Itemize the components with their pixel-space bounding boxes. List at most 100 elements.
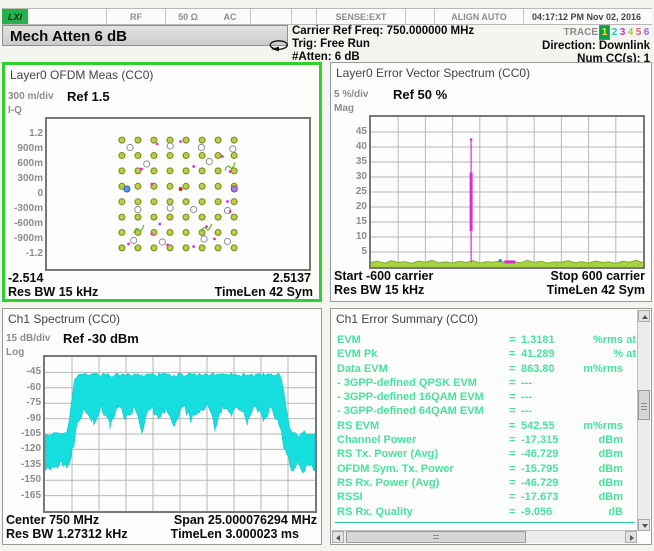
y-tick-label: 20 — [331, 201, 367, 212]
rf-status: RF — [107, 9, 165, 24]
evs-stop: Stop 600 carrier — [551, 269, 646, 283]
spectrum-plot[interactable]: -45-60-75-90-105-120-135-150-165 — [43, 355, 317, 513]
arrow-left-icon — [336, 535, 340, 541]
scroll-left-button[interactable] — [332, 531, 344, 543]
trace-label: TRACE — [564, 27, 598, 38]
spectrum-axis-type: Log — [6, 347, 24, 358]
trace-indicator[interactable]: TRACE123456 — [542, 25, 650, 40]
summary-row: OFDM Sym. Tx. Power=-15.795dBm — [337, 462, 636, 476]
scroll-down-button[interactable] — [638, 519, 650, 531]
y-tick-label: -45 — [5, 366, 41, 377]
ofdm-title: Layer0 OFDM Meas (CC0) — [10, 68, 153, 82]
trace-number-3[interactable]: 3 — [619, 26, 626, 39]
spectrum-res-bw: Res BW 1.27312 kHz — [6, 527, 128, 541]
summary-vertical-scrollbar[interactable] — [637, 310, 650, 531]
window-error-summary[interactable]: Ch1 Error Summary (CC0) EVM=1.3181%rmsat… — [330, 308, 652, 545]
trace-number-4[interactable]: 4 — [627, 26, 634, 39]
analyzer-screen: LXI RF 50 Ω AC SENSE:EXT ALIGN AUTO 04:1… — [0, 0, 654, 551]
coupling-status: AC — [210, 9, 250, 24]
trace-number-1[interactable]: 1 — [599, 25, 610, 40]
direction-setting: Direction: Downlink — [542, 40, 650, 53]
y-tick-label: -165 — [5, 490, 41, 501]
y-tick-label: 900m — [7, 143, 43, 154]
y-tick-label: -1.2 — [7, 248, 43, 259]
lxi-badge: LXI — [2, 9, 28, 24]
evs-plot[interactable]: 45403530252015105 — [369, 115, 645, 269]
spectrum-center: Center 750 MHz — [6, 513, 99, 527]
summary-row: - 3GPP-defined QPSK EVM=--- — [337, 376, 636, 390]
y-tick-label: 10 — [331, 231, 367, 242]
trigger-setting: Trig: Free Run — [292, 38, 474, 51]
arrow-down-icon — [642, 524, 648, 528]
clock: 04:17:12 PM Nov 02, 2016 — [524, 9, 652, 24]
ofdm-x-min: -2.514 — [8, 271, 43, 285]
y-tick-label: 0 — [7, 188, 43, 199]
y-tick-label: -150 — [5, 474, 41, 485]
summary-title: Ch1 Error Summary (CC0) — [336, 312, 478, 326]
status-bar: LXI RF 50 Ω AC SENSE:EXT ALIGN AUTO 04:1… — [2, 8, 652, 25]
spectrum-ref-level: Ref -30 dBm — [63, 331, 139, 346]
y-tick-label: 15 — [331, 216, 367, 227]
y-tick-label: -120 — [5, 443, 41, 454]
horizontal-scroll-thumb[interactable] — [346, 531, 526, 543]
summary-row: - 3GPP-defined 16QAM EVM=--- — [337, 390, 636, 404]
spectrum-span: Span 25.000076294 MHz — [174, 513, 317, 527]
ofdm-axis-type: I-Q — [8, 105, 22, 116]
trace-direction-block: TRACE123456 Direction: Downlink Num CC(s… — [542, 25, 650, 66]
summary-row: EVM=1.3181%rmsat — [337, 333, 636, 347]
y-tick-label: 30 — [331, 171, 367, 182]
measurement-settings: Carrier Ref Freq: 750.000000 MHz Trig: F… — [292, 25, 474, 64]
scroll-right-button[interactable] — [625, 531, 637, 543]
window-ch1-spectrum[interactable]: Ch1 Spectrum (CC0) 15 dB/div Ref -30 dBm… — [2, 308, 322, 545]
active-function-readout: Mech Atten 6 dB — [2, 25, 288, 46]
ofdm-x-max: 2.5137 — [273, 271, 311, 285]
y-tick-label: 35 — [331, 156, 367, 167]
evs-timelen: TimeLen 42 Sym — [547, 283, 645, 297]
evs-ref-level: Ref 50 % — [393, 87, 447, 102]
ofdm-scale-per-div: 300 m/div — [8, 91, 54, 102]
summary-row: RSSI=-17.673dBm — [337, 490, 636, 504]
y-tick-label: 1.2 — [7, 128, 43, 139]
trace-number-2[interactable]: 2 — [611, 26, 618, 39]
y-tick-label: -900m — [7, 233, 43, 244]
arrow-right-icon — [630, 535, 634, 541]
carrier-ref-freq: Carrier Ref Freq: 750.000000 MHz — [292, 25, 474, 38]
ofdm-timelen: TimeLen 42 Sym — [215, 285, 313, 299]
y-tick-label: -105 — [5, 428, 41, 439]
y-tick-label: -600m — [7, 218, 43, 229]
y-tick-label: 40 — [331, 141, 367, 152]
evs-axis-type: Mag — [334, 103, 354, 114]
summary-row: EVM Pk=41.289%at — [337, 347, 636, 361]
summary-row: RS Rx. Power (Avg)=-46.729dBm — [337, 476, 636, 490]
trace-number-6[interactable]: 6 — [643, 26, 650, 39]
summary-horizontal-scrollbar[interactable] — [332, 530, 637, 543]
summary-row: Data EVM=863.80m%rms — [337, 362, 636, 376]
y-tick-label: 600m — [7, 158, 43, 169]
summary-separator — [335, 522, 635, 523]
spectrum-title: Ch1 Spectrum (CC0) — [8, 312, 120, 326]
constellation-plot[interactable]: 1.2900m600m300m0-300m-600m-900m-1.2 — [45, 117, 311, 271]
single-sweep-icon — [268, 38, 290, 57]
window-error-vector-spectrum[interactable]: Layer0 Error Vector Spectrum (CC0) 5 %/d… — [330, 62, 652, 302]
ofdm-res-bw: Res BW 15 kHz — [8, 285, 98, 299]
trace-number-5[interactable]: 5 — [635, 26, 642, 39]
y-tick-label: 300m — [7, 173, 43, 184]
y-tick-label: -135 — [5, 459, 41, 470]
y-tick-label: -300m — [7, 203, 43, 214]
y-tick-label: 5 — [331, 246, 367, 257]
spectrum-timelen: TimeLen 3.000023 ms — [171, 527, 299, 541]
scroll-up-button[interactable] — [638, 310, 650, 322]
y-tick-label: -90 — [5, 413, 41, 424]
arrow-up-icon — [642, 315, 648, 319]
summary-table: EVM=1.3181%rmsatEVM Pk=41.289%atData EVM… — [337, 333, 636, 519]
y-tick-label: -60 — [5, 382, 41, 393]
window-ofdm-meas[interactable]: Layer0 OFDM Meas (CC0) 300 m/div Ref 1.5… — [2, 62, 322, 302]
impedance-status: 50 Ω — [166, 9, 210, 24]
y-tick-label: 25 — [331, 186, 367, 197]
summary-row: RS Rx. Quality=-9.056dB — [337, 505, 636, 519]
vertical-scroll-thumb[interactable] — [638, 390, 650, 420]
y-tick-label: 45 — [331, 126, 367, 137]
y-tick-label: -75 — [5, 397, 41, 408]
summary-row: Channel Power=-17.315dBm — [337, 433, 636, 447]
summary-row: - 3GPP-defined 64QAM EVM=--- — [337, 404, 636, 418]
